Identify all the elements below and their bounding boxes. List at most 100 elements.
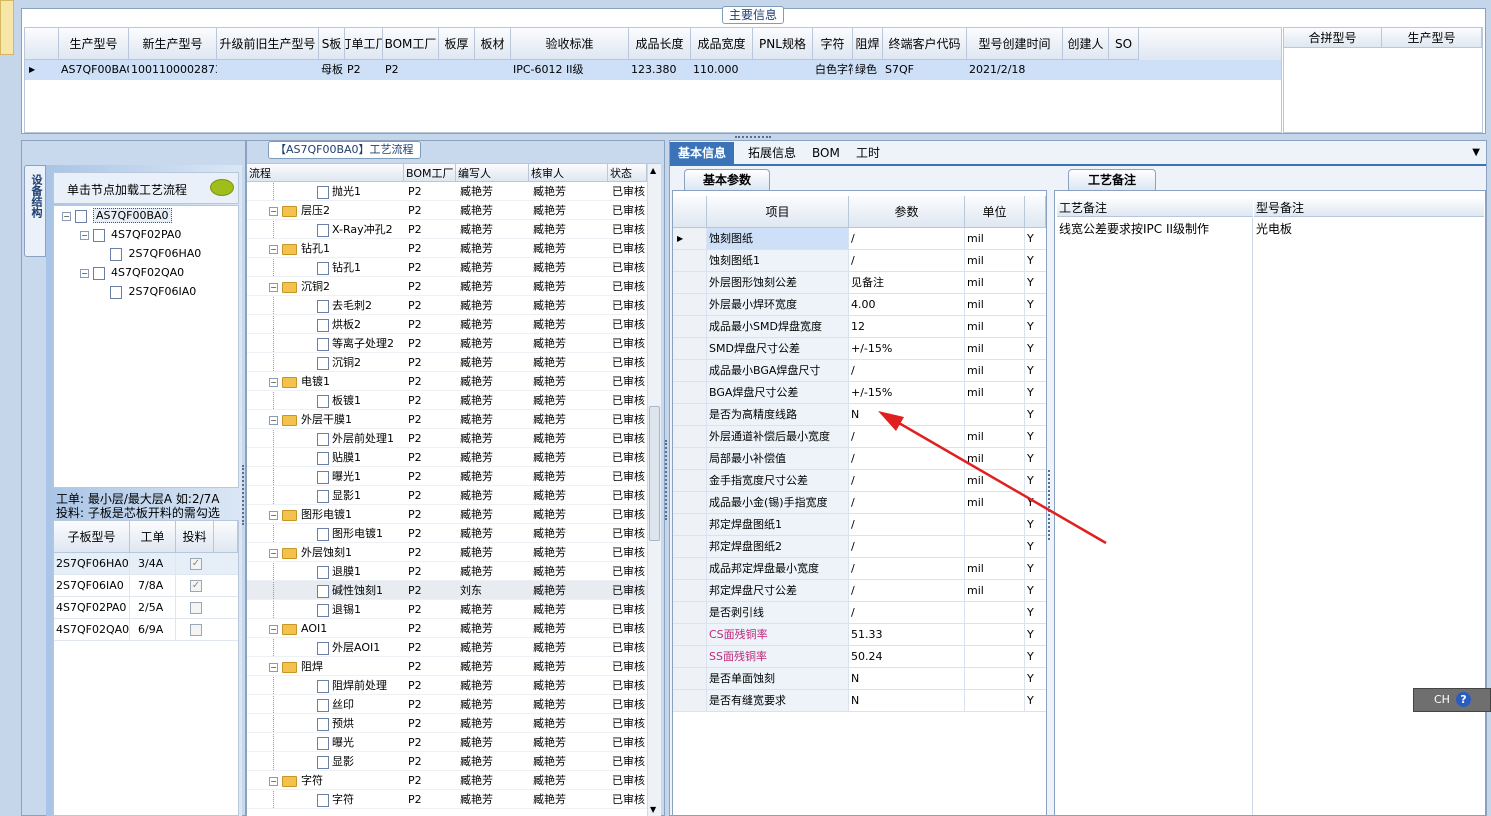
main-header-col[interactable]: 成品宽度: [691, 28, 753, 60]
param-row[interactable]: ▶ 蚀刻图纸 / mil Y: [673, 228, 1046, 250]
main-cell[interactable]: P2: [345, 60, 383, 80]
params-header-item[interactable]: 项目: [707, 196, 849, 228]
tree-node-2s7qf06ha0[interactable]: 2S7QF06HA0: [110, 247, 201, 261]
sub-header-order[interactable]: 工单: [130, 521, 176, 553]
main-header-col[interactable]: 升级前旧生产型号: [217, 28, 319, 60]
help-icon[interactable]: ?: [1456, 692, 1471, 707]
flow-name-cell[interactable]: 显影1: [247, 486, 404, 505]
main-cell[interactable]: IPC-6012 II级: [511, 60, 629, 80]
main-cell[interactable]: P2: [383, 60, 439, 80]
main-header-col[interactable]: 新生产型号: [129, 28, 217, 60]
flow-name-cell[interactable]: 去毛刺2: [247, 296, 404, 315]
param-value-cell[interactable]: 4.00: [849, 294, 965, 315]
sub-board-row[interactable]: 2S7QF06HA0 3/4A ✓: [54, 553, 238, 575]
flow-name-cell[interactable]: − AOI1: [247, 619, 404, 638]
remarks-tab[interactable]: 工艺备注: [1068, 169, 1156, 190]
flow-row[interactable]: 贴膜1 P2 臧艳芳 臧艳芳 已审核: [247, 448, 647, 467]
flow-row[interactable]: 钻孔1 P2 臧艳芳 臧艳芳 已审核: [247, 258, 647, 277]
flow-name-cell[interactable]: 退膜1: [247, 562, 404, 581]
collapse-icon[interactable]: −: [62, 211, 71, 221]
flow-name-cell[interactable]: 等离子处理2: [247, 334, 404, 353]
tab-1[interactable]: 拓展信息: [740, 142, 804, 164]
flow-name-cell[interactable]: 钻孔1: [247, 258, 404, 277]
tab-dropdown-icon[interactable]: ▼: [1472, 147, 1480, 158]
main-header-col[interactable]: 字符: [813, 28, 853, 60]
param-row[interactable]: BGA焊盘尺寸公差 +/-15% mil Y: [673, 382, 1046, 404]
param-value-cell[interactable]: /: [849, 602, 965, 623]
flow-row[interactable]: 沉铜2 P2 臧艳芳 臧艳芳 已审核: [247, 353, 647, 372]
feed-checkbox[interactable]: ✓: [190, 580, 202, 592]
collapse-icon[interactable]: −: [269, 282, 278, 292]
flow-name-cell[interactable]: − 外层干膜1: [247, 410, 404, 429]
main-cell[interactable]: 110.000: [691, 60, 753, 80]
main-header-col[interactable]: PNL规格: [753, 28, 813, 60]
param-row[interactable]: 邦定焊盘尺寸公差 / mil Y: [673, 580, 1046, 602]
flow-row[interactable]: 去毛刺2 P2 臧艳芳 臧艳芳 已审核: [247, 296, 647, 315]
flow-row[interactable]: 退锡1 P2 臧艳芳 臧艳芳 已审核: [247, 600, 647, 619]
tab-3[interactable]: 工时: [848, 142, 888, 164]
flow-name-cell[interactable]: − 图形电镀1: [247, 505, 404, 524]
main-cell[interactable]: 绿色: [853, 60, 883, 80]
flow-row[interactable]: 显影1 P2 臧艳芳 臧艳芳 已审核: [247, 486, 647, 505]
main-cell[interactable]: 母板: [319, 60, 345, 80]
param-row[interactable]: 是否单面蚀刻 N Y: [673, 668, 1046, 690]
flow-name-cell[interactable]: 曝光1: [247, 467, 404, 486]
scroll-up-icon[interactable]: ▲: [650, 166, 656, 175]
flow-row[interactable]: − 电镀1 P2 臧艳芳 臧艳芳 已审核: [247, 372, 647, 391]
flow-header-col[interactable]: 核审人: [529, 164, 608, 182]
param-row[interactable]: 蚀刻图纸1/mil Y: [673, 250, 1046, 272]
param-row[interactable]: SS面残铜率 50.24 Y: [673, 646, 1046, 668]
main-header-col[interactable]: 终端客户代码: [883, 28, 967, 60]
ime-toolbar[interactable]: CH ?: [1413, 688, 1491, 712]
main-header-col[interactable]: 生产型号: [59, 28, 129, 60]
flow-name-cell[interactable]: 图形电镀1: [247, 524, 404, 543]
flow-row[interactable]: − 外层蚀刻1 P2 臧艳芳 臧艳芳 已审核: [247, 543, 647, 562]
flow-row[interactable]: 预烘 P2 臧艳芳 臧艳芳 已审核: [247, 714, 647, 733]
main-header-col[interactable]: 阻焊: [853, 28, 883, 60]
param-value-cell[interactable]: +/-15%: [849, 338, 965, 359]
flow-row[interactable]: 外层前处理1 P2 臧艳芳 臧艳芳 已审核: [247, 429, 647, 448]
flow-row[interactable]: 等离子处理2 P2 臧艳芳 臧艳芳 已审核: [247, 334, 647, 353]
main-header-col[interactable]: BOM工厂: [383, 28, 439, 60]
main-cell[interactable]: [217, 60, 319, 80]
main-cell[interactable]: [1109, 60, 1139, 80]
main-cell[interactable]: S7QF: [883, 60, 967, 80]
param-row[interactable]: 外层最小焊环宽度 4.00 mil Y: [673, 294, 1046, 316]
collapse-icon[interactable]: −: [269, 776, 278, 786]
flow-row[interactable]: 曝光1 P2 臧艳芳 臧艳芳 已审核: [247, 467, 647, 486]
flow-name-cell[interactable]: 预烘: [247, 714, 404, 733]
param-value-cell[interactable]: /: [849, 580, 965, 601]
collapse-icon[interactable]: −: [269, 206, 278, 216]
flow-header-col[interactable]: 编写人: [456, 164, 529, 182]
param-row[interactable]: 是否有缝宽要求 N Y: [673, 690, 1046, 712]
params-header-unit[interactable]: 单位: [965, 196, 1025, 228]
feed-checkbox[interactable]: ✓: [190, 558, 202, 570]
param-row[interactable]: 成品最小BGA焊盘尺寸 / mil Y: [673, 360, 1046, 382]
flow-name-cell[interactable]: − 钻孔1: [247, 239, 404, 258]
flow-name-cell[interactable]: − 阻焊: [247, 657, 404, 676]
main-cell[interactable]: 123.380: [629, 60, 691, 80]
flow-row[interactable]: − 沉铜2 P2 臧艳芳 臧艳芳 已审核: [247, 277, 647, 296]
main-cell[interactable]: [475, 60, 511, 80]
tab-0[interactable]: 基本信息: [670, 142, 735, 164]
collapse-icon[interactable]: −: [269, 510, 278, 520]
param-row[interactable]: 外层图形蚀刻公差 见备注 mil Y: [673, 272, 1046, 294]
flow-name-cell[interactable]: − 字符: [247, 771, 404, 790]
params-header-value[interactable]: 参数: [849, 196, 965, 228]
feed-checkbox[interactable]: [190, 624, 202, 636]
main-header-col[interactable]: S板: [319, 28, 345, 60]
scroll-thumb[interactable]: [649, 406, 660, 541]
param-value-cell[interactable]: 50.24: [849, 646, 965, 667]
flow-row[interactable]: − 字符 P2 臧艳芳 臧艳芳 已审核: [247, 771, 647, 790]
params-header-flag[interactable]: [1025, 196, 1046, 228]
main-header-col[interactable]: 板厚: [439, 28, 475, 60]
collapse-icon[interactable]: −: [80, 268, 89, 278]
sub-header-feed[interactable]: 投料: [176, 521, 214, 553]
main-header-col[interactable]: SO: [1109, 28, 1139, 60]
basic-params-tab[interactable]: 基本参数: [684, 169, 770, 190]
main-cell[interactable]: 10011000028738: [129, 60, 217, 80]
flow-scrollbar[interactable]: ▲ ▼: [647, 164, 661, 816]
flow-row[interactable]: 烘板2 P2 臧艳芳 臧艳芳 已审核: [247, 315, 647, 334]
flow-row[interactable]: 阻焊前处理 P2 臧艳芳 臧艳芳 已审核: [247, 676, 647, 695]
param-value-cell[interactable]: 51.33: [849, 624, 965, 645]
